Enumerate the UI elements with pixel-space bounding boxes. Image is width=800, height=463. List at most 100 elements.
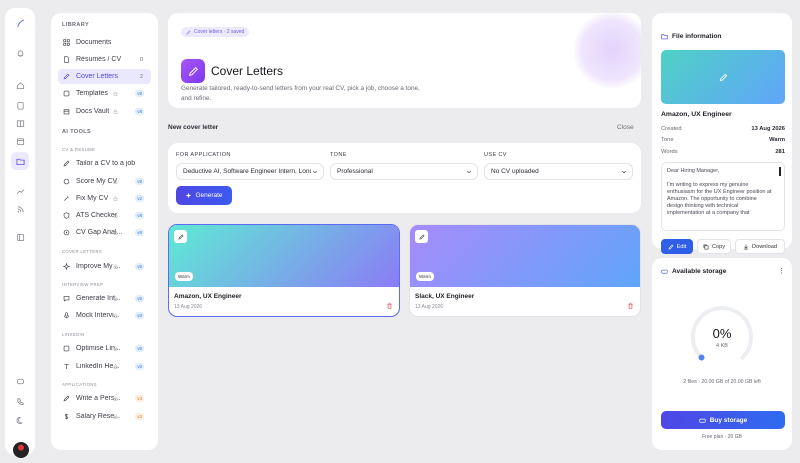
sidebar-subsection-cover-letters: COVER LETTERS xyxy=(62,249,103,254)
tone-value: Professional xyxy=(337,168,373,175)
sidebar-item-write-personal[interactable]: Write a Pers... v3 xyxy=(58,391,151,406)
sidebar-item-mock-interview[interactable]: Mock Intervi... v8 xyxy=(58,308,151,323)
download-button[interactable]: Download xyxy=(735,239,785,254)
sidebar-item-resumes[interactable]: Résumés / CV 0 xyxy=(58,52,151,67)
file-information-header: File information xyxy=(661,33,721,40)
edit-label: Edit xyxy=(676,243,687,250)
cover-letter-card[interactable]: Warm Amazon, UX Engineer 13 Aug 2026 xyxy=(168,224,400,317)
sidebar-item-cover-letters[interactable]: Cover Letters 2 xyxy=(58,69,151,84)
sidebar-toggle-icon[interactable] xyxy=(13,230,27,244)
card-edit-button[interactable] xyxy=(415,230,428,243)
phone-icon[interactable] xyxy=(13,394,27,408)
cv-value: No CV uploaded xyxy=(491,168,539,175)
version-badge: v8 xyxy=(135,363,144,370)
cv-select[interactable]: No CV uploaded xyxy=(484,163,633,180)
saved-count-pill: Cover letters · 2 saved xyxy=(181,27,250,37)
generate-label: Generate xyxy=(195,192,223,199)
version-badge: v3 xyxy=(135,413,144,420)
tone-badge: Warm xyxy=(175,272,193,281)
sidebar-item-score-cv[interactable]: Score My CV v8 xyxy=(58,174,151,189)
card-date: 13 Aug 2026 xyxy=(415,304,444,310)
file-title: Amazon, UX Engineer xyxy=(661,111,732,118)
application-value: Deductive AI, Software Engineer Intern, … xyxy=(183,168,311,175)
discord-icon[interactable] xyxy=(13,374,27,388)
sidebar-item-cv-gap[interactable]: CV Gap Anal... v8 xyxy=(58,225,151,240)
sidebar-item-templates[interactable]: Templates v8 xyxy=(58,86,151,101)
pen-icon xyxy=(668,243,674,250)
brand-logo-icon xyxy=(13,16,27,30)
tone-select[interactable]: Professional xyxy=(330,163,478,180)
clipboard-icon[interactable] xyxy=(13,98,27,112)
close-button[interactable]: Close xyxy=(617,124,634,131)
trend-icon[interactable] xyxy=(13,184,27,198)
book-icon[interactable] xyxy=(13,116,27,130)
more-options-icon[interactable]: ⋮ xyxy=(778,267,785,275)
version-badge: v8 xyxy=(135,345,144,352)
grid-icon xyxy=(63,39,70,46)
trash-icon[interactable] xyxy=(386,302,393,309)
lock-icon xyxy=(113,396,118,401)
chevron-down-icon xyxy=(466,170,472,174)
plan-info: Free plan · 20 GB xyxy=(702,434,742,440)
rss-icon[interactable] xyxy=(13,202,27,216)
storage-percent: 0% xyxy=(712,326,732,341)
lock-icon xyxy=(113,296,118,301)
generate-button[interactable]: Generate xyxy=(176,186,232,205)
download-icon xyxy=(743,244,749,249)
pen-icon xyxy=(177,233,184,240)
card-date: 13 Aug 2026 xyxy=(174,304,203,310)
sidebar-item-ats-checker[interactable]: ATS Checker v8 xyxy=(58,208,151,223)
file-icon xyxy=(64,56,69,63)
card-edit-button[interactable] xyxy=(174,230,187,243)
sidebar-item-optimise-linkedin[interactable]: Optimise Lin... v8 xyxy=(58,341,151,356)
bell-icon[interactable] xyxy=(13,46,27,60)
card-title: Slack, UX Engineer xyxy=(415,293,475,300)
folder-icon[interactable] xyxy=(11,152,29,170)
application-select[interactable]: Deductive AI, Software Engineer Intern, … xyxy=(176,163,324,180)
icon-rail xyxy=(5,8,35,458)
trash-icon[interactable] xyxy=(627,302,634,309)
cover-letter-card[interactable]: Warm Slack, UX Engineer 13 Aug 2026 xyxy=(409,224,641,317)
ats-icon xyxy=(63,212,70,219)
sidebar-item-linkedin-headline[interactable]: LinkedIn He... v8 xyxy=(58,359,151,374)
sidebar-item-improve[interactable]: Improve My ... v8 xyxy=(58,259,151,274)
write-icon xyxy=(63,395,70,402)
decorative-glow xyxy=(573,13,641,89)
score-icon xyxy=(63,178,70,185)
sidebar-item-docs-vault[interactable]: Docs Vault v8 xyxy=(58,104,151,119)
letter-scrollbar[interactable] xyxy=(779,167,781,176)
folder-icon xyxy=(661,34,668,40)
sidebar-item-generate-interview[interactable]: Generate Int... v8 xyxy=(58,291,151,306)
version-badge: v8 xyxy=(135,178,144,185)
words-row: Words 281 xyxy=(661,149,785,155)
home-icon[interactable] xyxy=(13,78,27,92)
sidebar-item-salary-research[interactable]: Salary Rese... v3 xyxy=(58,409,151,424)
calendar-icon[interactable] xyxy=(13,134,27,148)
copy-button[interactable]: Copy xyxy=(697,239,731,254)
lock-icon xyxy=(113,313,118,318)
sidebar-subsection-applications: APPLICATIONS xyxy=(62,382,97,387)
sidebar-item-fix-cv[interactable]: Fix My CV v2 xyxy=(58,191,151,206)
vault-icon xyxy=(63,109,70,115)
file-information-title: File information xyxy=(672,33,722,40)
lock-icon xyxy=(113,230,118,235)
storage-header: Available storage xyxy=(661,268,726,275)
version-badge: v8 xyxy=(135,108,144,115)
sidebar-item-tailor-cv[interactable]: Tailor a CV to a job xyxy=(58,156,151,171)
moon-icon[interactable] xyxy=(13,413,27,427)
sparkle-icon xyxy=(63,263,70,270)
text-icon xyxy=(64,364,69,369)
storage-used: 4 KB xyxy=(716,343,728,349)
buy-storage-button[interactable]: Buy storage xyxy=(661,411,785,429)
version-badge: v8 xyxy=(135,295,144,302)
sidebar-item-documents[interactable]: Documents xyxy=(58,35,151,50)
sidebar-subsection-cv: CV & RESUME xyxy=(62,147,96,152)
letter-preview[interactable]: Dear Hiring Manager, I'm writing to expr… xyxy=(661,162,785,231)
chevron-down-icon xyxy=(621,170,627,174)
edit-button[interactable]: Edit xyxy=(661,239,693,254)
avatar[interactable] xyxy=(13,442,29,458)
lock-icon xyxy=(113,109,118,114)
tone-badge: Warm xyxy=(416,272,434,281)
cover-letter-logo-icon xyxy=(181,59,205,83)
cv-label: USE CV xyxy=(484,152,507,158)
